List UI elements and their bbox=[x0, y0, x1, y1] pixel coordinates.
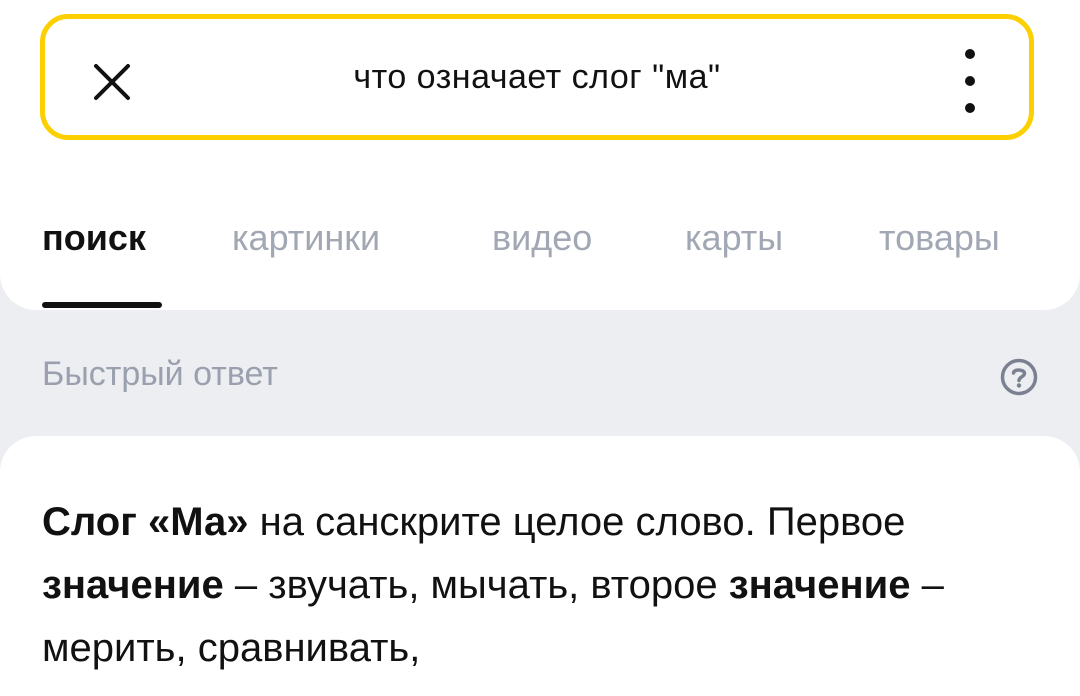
tab-maps[interactable]: карты bbox=[685, 217, 879, 259]
more-vertical-icon bbox=[965, 103, 975, 113]
tab-goods[interactable]: товары bbox=[879, 217, 1000, 259]
search-query-text[interactable]: что означает слог "ма" bbox=[195, 19, 879, 135]
tab-images[interactable]: картинки bbox=[232, 217, 492, 259]
help-button[interactable] bbox=[1000, 358, 1038, 396]
close-button[interactable] bbox=[85, 55, 139, 109]
tabs-panel: поиск картинки видео карты товары bbox=[0, 165, 1080, 310]
quick-answer-card[interactable]: Слог «Ма» на санскрите целое слово. Перв… bbox=[0, 436, 1080, 696]
more-vertical-icon bbox=[965, 76, 975, 86]
search-tabs: поиск картинки видео карты товары bbox=[42, 217, 1000, 259]
quick-answer-text: Слог «Ма» на санскрите целое слово. Перв… bbox=[42, 491, 1042, 680]
tab-search[interactable]: поиск bbox=[42, 217, 232, 259]
search-box[interactable]: что означает слог "ма" bbox=[40, 14, 1034, 140]
answer-segment: на санскрите целое слово. Первое bbox=[248, 500, 906, 544]
answer-segment: Слог «Ма» bbox=[42, 500, 249, 544]
answer-segment: значение bbox=[42, 563, 224, 607]
quick-answer-heading: Быстрый ответ bbox=[42, 355, 278, 393]
help-circle-icon bbox=[1000, 358, 1038, 396]
answer-segment: значение bbox=[728, 563, 911, 607]
active-tab-indicator bbox=[42, 302, 162, 308]
answer-segment: – звучать, мычать, второе bbox=[223, 563, 729, 607]
more-vertical-icon bbox=[965, 49, 975, 59]
close-icon bbox=[94, 64, 130, 100]
tab-video[interactable]: видео bbox=[492, 217, 685, 259]
more-menu-button[interactable] bbox=[955, 49, 985, 113]
top-bar: что означает слог "ма" bbox=[0, 0, 1080, 165]
